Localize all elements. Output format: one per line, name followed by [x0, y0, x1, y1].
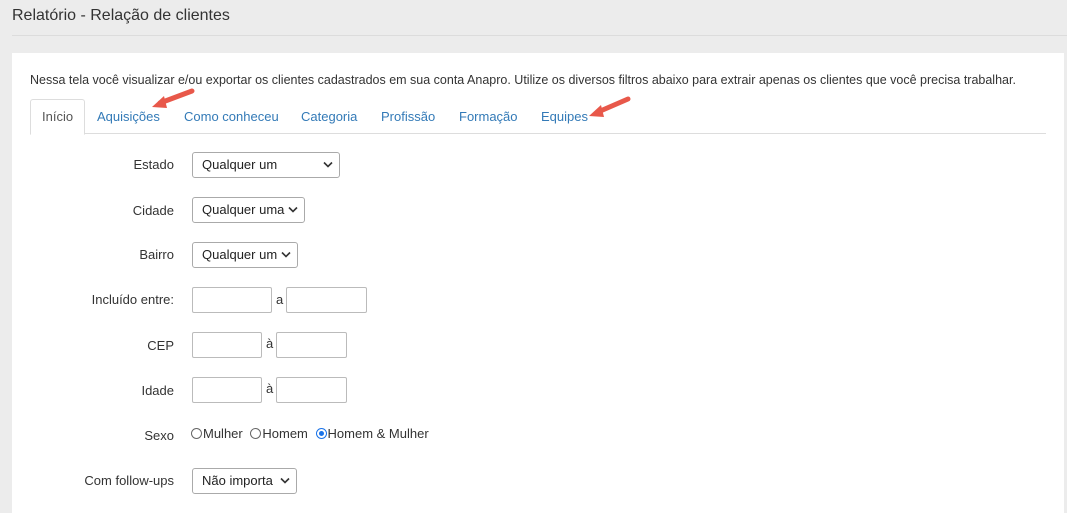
sexo-label: Sexo — [144, 428, 174, 443]
annotation-arrow-icon — [589, 96, 631, 117]
incluido-separator: a — [276, 292, 284, 307]
sexo-option-mulher[interactable]: Mulher — [191, 426, 243, 441]
page-title: Relatório - Relação de clientes — [12, 7, 230, 24]
followups-select[interactable]: Não importa — [192, 468, 297, 494]
chevron-down-icon — [288, 206, 298, 213]
intro-text: Nessa tela você visualizar e/ou exportar… — [30, 73, 1016, 87]
tab-formacao[interactable]: Formação — [459, 99, 518, 134]
title-divider — [12, 35, 1067, 36]
estado-select[interactable]: Qualquer um — [192, 152, 340, 178]
cidade-select[interactable]: Qualquer uma — [192, 197, 305, 223]
chevron-down-icon — [323, 161, 333, 168]
cep-label: CEP — [147, 338, 174, 353]
tab-categoria[interactable]: Categoria — [301, 99, 357, 134]
tab-profissao[interactable]: Profissão — [381, 99, 435, 134]
chevron-down-icon — [281, 251, 291, 258]
radio-icon — [191, 428, 202, 439]
sexo-option-label: Mulher — [203, 426, 243, 441]
radio-selected-icon — [315, 428, 327, 439]
bairro-select-value: Qualquer um — [202, 247, 278, 262]
tab-equipes[interactable]: Equipes — [541, 99, 588, 134]
incluido-label: Incluído entre: — [91, 292, 174, 307]
cep-from-input[interactable] — [192, 332, 262, 358]
bairro-select[interactable]: Qualquer um — [192, 242, 298, 268]
chevron-down-icon — [280, 477, 290, 484]
cidade-select-value: Qualquer uma — [202, 202, 285, 217]
tab-como-conheceu[interactable]: Como conheceu — [184, 99, 279, 134]
bairro-label: Bairro — [139, 247, 174, 262]
followups-label: Com follow-ups — [84, 473, 174, 488]
cidade-label: Cidade — [132, 203, 174, 218]
followups-select-value: Não importa — [202, 473, 273, 488]
sexo-option-label: Homem & Mulher — [327, 426, 429, 441]
sexo-option-homem-mulher[interactable]: Homem & Mulher — [315, 426, 429, 441]
cep-to-input[interactable] — [276, 332, 347, 358]
estado-select-value: Qualquer um — [202, 157, 278, 172]
cep-separator: à — [266, 336, 274, 351]
incluido-to-input[interactable] — [286, 287, 367, 313]
sexo-option-label: Homem — [262, 426, 308, 441]
sexo-option-homem[interactable]: Homem — [250, 426, 308, 441]
tab-inicio[interactable]: Início — [30, 99, 86, 135]
idade-to-input[interactable] — [276, 377, 347, 403]
incluido-from-input[interactable] — [192, 287, 272, 313]
estado-label: Estado — [133, 157, 174, 172]
radio-icon — [250, 428, 262, 439]
sexo-radio-group: Mulher Homem Homem & Mulher — [191, 426, 433, 441]
idade-separator: à — [266, 381, 274, 396]
report-panel: Nessa tela você visualizar e/ou exportar… — [12, 53, 1064, 513]
idade-from-input[interactable] — [192, 377, 262, 403]
idade-label: Idade — [141, 383, 174, 398]
annotation-arrow-icon — [152, 88, 195, 108]
